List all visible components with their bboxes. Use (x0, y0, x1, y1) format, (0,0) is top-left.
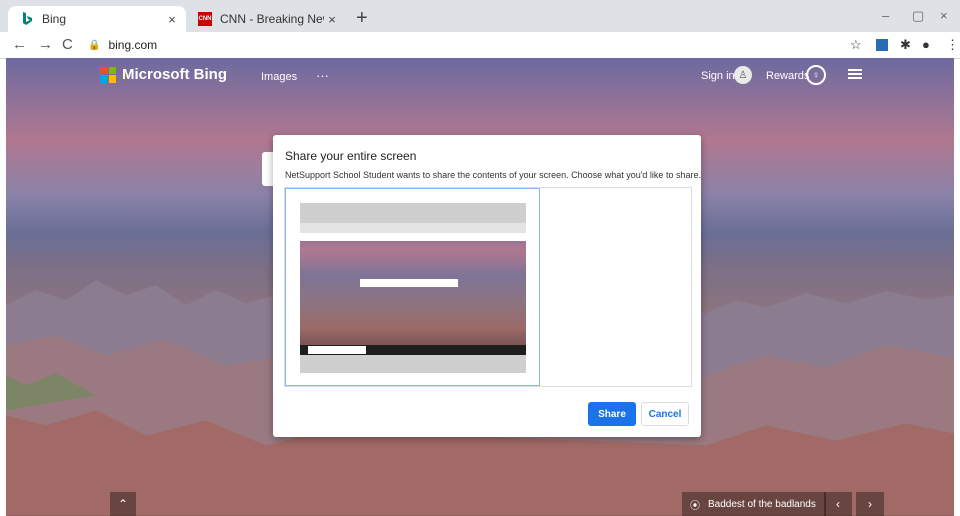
close-window-button[interactable]: × (940, 8, 948, 23)
close-tab-icon[interactable]: × (324, 12, 340, 27)
bing-logo[interactable]: Microsoft Bing (100, 66, 227, 83)
image-caption[interactable]: ⦿ Baddest of the badlands (682, 492, 826, 516)
menu-dots-icon[interactable]: ⋮ (946, 37, 959, 53)
url-text: bing.com (108, 38, 158, 52)
nav-images-link[interactable]: Images (261, 71, 297, 83)
next-image-button[interactable]: › (856, 492, 884, 516)
dialog-title: Share your entire screen (285, 149, 417, 163)
sign-in-link[interactable]: Sign in (701, 70, 735, 82)
tab-strip: Bing × CNN CNN - Breaking News, Latest N… (0, 0, 960, 32)
location-pin-icon: ⦿ (690, 500, 700, 512)
rewards-trophy-icon[interactable]: ♀ (806, 65, 826, 85)
reload-icon[interactable]: C (62, 36, 73, 53)
cnn-favicon-icon: CNN (198, 12, 212, 26)
screen-thumbnail (300, 203, 526, 373)
bing-header: Microsoft Bing Images ··· Sign in ♙ Rewa… (6, 58, 954, 94)
tab-cnn[interactable]: CNN CNN - Breaking News, Latest Ne × (186, 6, 346, 32)
share-screen-dialog: Share your entire screen NetSupport Scho… (273, 135, 701, 437)
tab-title: CNN - Breaking News, Latest Ne (220, 12, 324, 26)
new-tab-button[interactable]: + (356, 7, 368, 30)
scroll-up-button[interactable]: ⌃ (110, 492, 136, 516)
prev-image-button[interactable]: ‹ (824, 492, 852, 516)
hamburger-menu-icon[interactable] (848, 69, 862, 79)
extensions-puzzle-icon[interactable]: ✱ (900, 37, 911, 53)
minimize-button[interactable]: – (882, 8, 889, 23)
forward-arrow-icon[interactable]: → (38, 36, 53, 53)
bookmark-star-icon[interactable]: ☆ (850, 37, 862, 53)
screen-source-list (284, 187, 692, 387)
entire-screen-option[interactable] (285, 188, 540, 386)
restore-button[interactable]: ▢ (912, 8, 924, 24)
browser-toolbar: ← → C 🔒 bing.com ☆ ✱ ● ⋮ (0, 32, 960, 59)
address-bar[interactable]: 🔒 bing.com (88, 35, 828, 55)
back-arrow-icon[interactable]: ← (12, 36, 27, 53)
microsoft-logo-icon (100, 66, 116, 83)
profile-icon[interactable]: ● (922, 37, 930, 52)
bing-favicon-icon (20, 12, 34, 26)
tab-title: Bing (42, 12, 67, 26)
nav-more-button[interactable]: ··· (316, 68, 329, 83)
rewards-link[interactable]: Rewards (766, 70, 809, 82)
close-tab-icon[interactable]: × (164, 12, 180, 27)
caption-text: Baddest of the badlands (708, 498, 816, 510)
user-avatar-icon[interactable]: ♙ (734, 66, 752, 84)
lock-icon: 🔒 (88, 39, 101, 51)
logo-text: Microsoft Bing (122, 66, 227, 83)
tab-bing[interactable]: Bing × (8, 6, 186, 32)
dialog-description: NetSupport School Student wants to share… (285, 170, 701, 180)
thumbnail-screen-preview (300, 223, 526, 355)
share-button[interactable]: Share (588, 402, 636, 426)
cancel-button[interactable]: Cancel (641, 402, 689, 426)
extension-icon[interactable] (876, 39, 888, 51)
